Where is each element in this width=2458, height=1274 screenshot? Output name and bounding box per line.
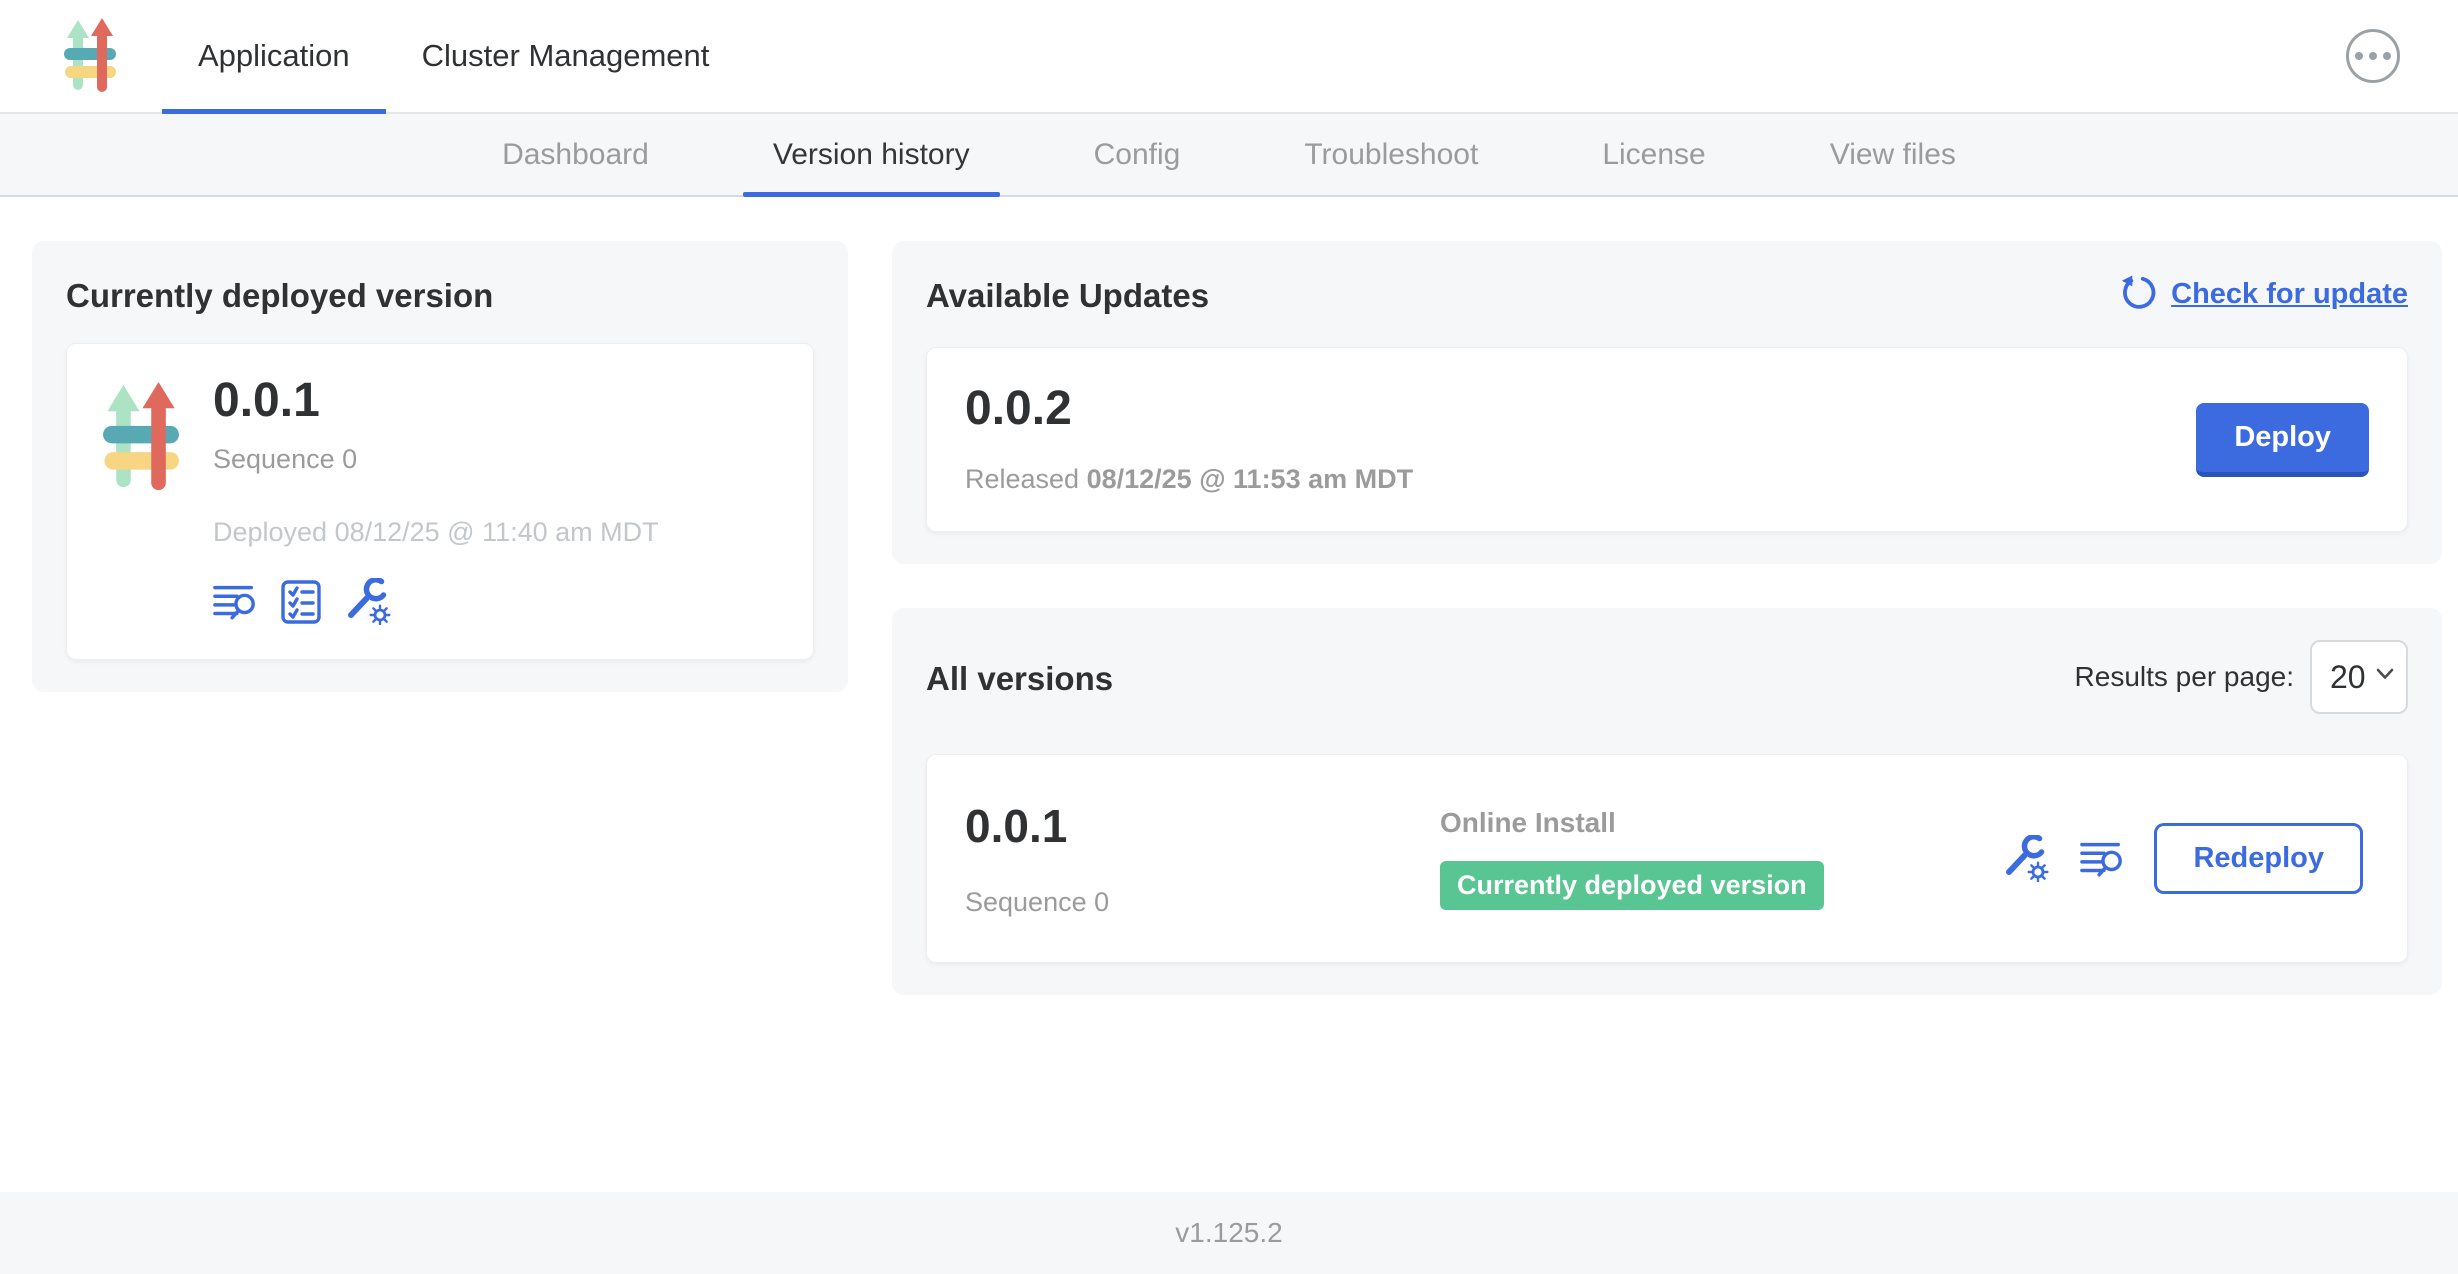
right-column: Available Updates Check for update 0.0.2… <box>892 241 2442 995</box>
released-prefix: Released <box>965 464 1079 494</box>
all-versions-panel: All versions Results per page: 20 0 <box>892 608 2442 995</box>
logs-icon[interactable] <box>2080 838 2124 880</box>
update-version-number: 0.0.2 <box>965 384 1413 434</box>
tab-cluster-management[interactable]: Cluster Management <box>386 0 746 112</box>
tab-license[interactable]: License <box>1572 114 1735 195</box>
results-per-page-label: Results per page: <box>2075 661 2294 693</box>
ellipsis-dot <box>2383 52 2391 60</box>
app-logo-arrows-icon <box>64 18 116 94</box>
app-subnav: Dashboard Version history Config Trouble… <box>0 114 2458 197</box>
check-for-update-label: Check for update <box>2171 278 2408 311</box>
released-date: 08/12/25 @ 11:53 am MDT <box>1087 464 1414 494</box>
check-for-update-link[interactable]: Check for update <box>2119 275 2408 313</box>
redeploy-button[interactable]: Redeploy <box>2154 823 2363 894</box>
tab-application[interactable]: Application <box>162 0 386 112</box>
results-per-page-select[interactable]: 20 <box>2310 640 2408 714</box>
console-version: v1.125.2 <box>1175 1217 1282 1249</box>
primary-nav: Application Cluster Management <box>162 0 745 112</box>
tab-dashboard[interactable]: Dashboard <box>472 114 679 195</box>
version-row-status: Online Install Currently deployed versio… <box>1440 807 2003 910</box>
refresh-icon <box>2119 275 2157 313</box>
available-updates-panel: Available Updates Check for update 0.0.2… <box>892 241 2442 564</box>
deployed-version-details: 0.0.1 Sequence 0 Deployed 08/12/25 @ 11:… <box>213 376 659 625</box>
deployed-version-card: 0.0.1 Sequence 0 Deployed 08/12/25 @ 11:… <box>66 343 814 660</box>
tab-version-history-label: Version history <box>773 138 970 172</box>
update-released-line: Released 08/12/25 @ 11:53 am MDT <box>965 464 1413 495</box>
tab-troubleshoot-label: Troubleshoot <box>1304 138 1478 172</box>
tab-view-files-label: View files <box>1830 138 1956 172</box>
version-row-actions: Redeploy <box>2003 823 2369 894</box>
tab-cluster-management-label: Cluster Management <box>422 38 710 74</box>
tab-application-label: Application <box>198 38 350 74</box>
available-updates-title: Available Updates <box>926 277 1209 315</box>
deploy-button[interactable]: Deploy <box>2196 403 2369 477</box>
all-versions-title: All versions <box>926 660 1113 698</box>
tab-dashboard-label: Dashboard <box>502 138 649 172</box>
ellipsis-icon[interactable] <box>2346 29 2400 83</box>
logs-icon[interactable] <box>213 581 257 623</box>
results-per-page: Results per page: 20 <box>2075 640 2408 714</box>
row-sequence: Sequence 0 <box>965 887 1440 918</box>
app-logo-arrows-icon <box>103 382 179 493</box>
tab-config-label: Config <box>1094 138 1181 172</box>
install-type-label: Online Install <box>1440 807 2003 839</box>
row-version-number: 0.0.1 <box>965 799 1440 853</box>
config-icon[interactable] <box>2003 835 2050 882</box>
tab-view-files[interactable]: View files <box>1800 114 1986 195</box>
status-badge: Currently deployed version <box>1440 861 1824 910</box>
deployed-sequence: Sequence 0 <box>213 444 659 475</box>
available-update-details: 0.0.2 Released 08/12/25 @ 11:53 am MDT <box>965 384 1413 495</box>
deployed-timestamp: Deployed 08/12/25 @ 11:40 am MDT <box>213 517 659 548</box>
config-icon[interactable] <box>345 578 392 625</box>
app-header: Application Cluster Management <box>0 0 2458 114</box>
currently-deployed-title: Currently deployed version <box>66 277 814 315</box>
currently-deployed-panel: Currently deployed version 0.0.1 Sequenc… <box>32 241 848 692</box>
deployed-version-actions <box>213 578 659 625</box>
ellipsis-dot <box>2369 52 2377 60</box>
version-row-info: 0.0.1 Sequence 0 <box>965 799 1440 918</box>
main-content: Currently deployed version 0.0.1 Sequenc… <box>0 197 2458 1192</box>
deployed-version-number: 0.0.1 <box>213 376 659 426</box>
tab-version-history[interactable]: Version history <box>743 114 1000 195</box>
tab-config[interactable]: Config <box>1064 114 1211 195</box>
app-footer: v1.125.2 <box>0 1192 2458 1274</box>
tab-troubleshoot[interactable]: Troubleshoot <box>1274 114 1508 195</box>
version-row: 0.0.1 Sequence 0 Online Install Currentl… <box>926 754 2408 963</box>
tab-license-label: License <box>1602 138 1705 172</box>
preflight-checks-icon[interactable] <box>281 580 321 624</box>
available-update-card: 0.0.2 Released 08/12/25 @ 11:53 am MDT D… <box>926 347 2408 532</box>
ellipsis-dot <box>2355 52 2363 60</box>
